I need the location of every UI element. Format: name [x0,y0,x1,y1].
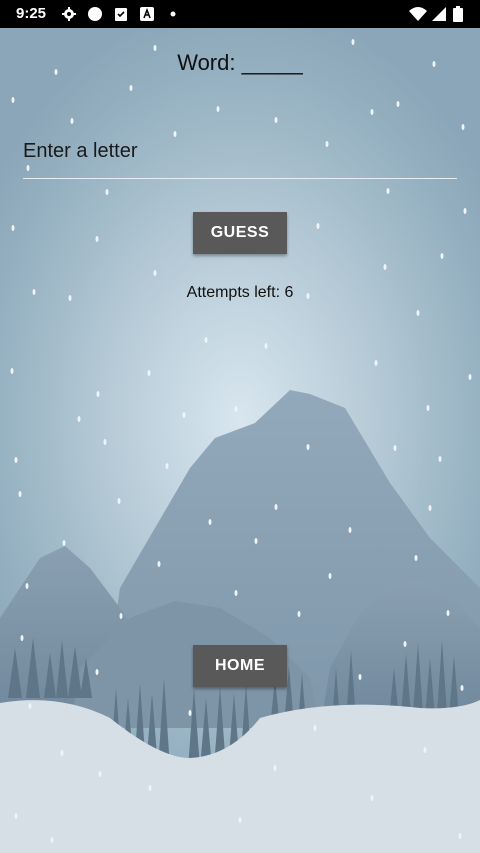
status-bar: 9:25 [0,0,480,28]
letter-input-field[interactable] [23,138,457,179]
circle-icon [88,7,102,21]
clipboard-check-icon [115,8,127,21]
status-time: 9:25 [16,5,47,22]
letter-input[interactable] [23,138,457,165]
signal-icon [432,7,446,21]
battery-icon [453,6,463,22]
app-screen: 9:25 Word: _____ Enter a letter GUESS At… [0,0,480,853]
dot-icon [170,11,176,17]
wifi-icon [409,7,427,21]
word-display: Word: _____ [177,50,303,75]
settings-icon [62,7,76,21]
home-button[interactable]: HOME [193,645,287,687]
guess-button[interactable]: GUESS [193,212,287,254]
attempts-left-label: Attempts left: 6 [186,284,294,301]
font-a-icon [140,7,154,21]
